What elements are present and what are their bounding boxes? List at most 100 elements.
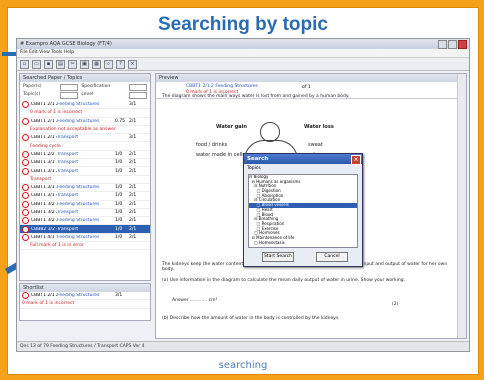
row-c2: Feeding Structures <box>57 234 100 240</box>
window-title: # Exampro AQA GCSE Biology (FT/4) <box>20 41 112 47</box>
diagram-head <box>260 122 280 142</box>
food-label: food / drinks <box>196 142 228 148</box>
row-note: Transport <box>30 176 52 182</box>
filter-spec-select[interactable] <box>129 84 147 91</box>
mark-allocation: (2) <box>392 302 399 307</box>
window-controls <box>438 40 467 49</box>
menu-bar[interactable]: File Edit View Tools Help <box>17 49 469 58</box>
filter-paper-select[interactable] <box>60 84 79 91</box>
question-icon <box>22 167 29 175</box>
question-part-a: (a) Use information in the diagram to ca… <box>162 278 406 283</box>
caption: searching <box>218 360 268 371</box>
question-note-row: Full mark of 1 is in error <box>20 242 150 251</box>
question-icon <box>22 101 29 109</box>
row-c2: Feeding Structures <box>57 185 100 191</box>
row-c4: 2/1 <box>129 234 137 240</box>
tree-node[interactable]: □ Homeostasis <box>249 240 357 246</box>
row-c4: 2/1 <box>129 185 137 191</box>
help-icon[interactable]: ? <box>116 59 125 69</box>
question-row[interactable]: CBBT1 3/1 2 Transport 1/0 2/1 <box>20 167 150 176</box>
status-bar: Qns 13 of 79 Feeding Structures / Transp… <box>17 341 469 351</box>
row-c2: Transport <box>57 160 79 166</box>
new-icon[interactable]: ▫ <box>20 59 29 69</box>
sweat-label: sweat <box>308 142 323 148</box>
paste-icon[interactable]: ▦ <box>92 59 101 69</box>
row-c3: 1/0 <box>115 210 123 215</box>
question-ref: CBBT1 2/1 2 Feeding Structures <box>186 84 258 89</box>
copy-icon[interactable]: ▣ <box>80 59 89 69</box>
question-row[interactable]: CBBT1 3/2 2 Transport 1/0 2/1 <box>20 209 150 218</box>
question-row[interactable]: CBBT1 3/1 3 Feeding Structures 1/0 2/1 <box>20 184 150 193</box>
row-c3: 1/0 <box>115 185 123 191</box>
row-c3: 1/0 <box>115 151 123 157</box>
row-c1: CBBT1 3/2 2 <box>31 210 57 215</box>
row-c1: CBBT1 2/1 4 <box>31 135 57 141</box>
topic-tree[interactable]: ⊟ Biology ⊟ Humans as organisms ⊟ Nutrit… <box>248 174 358 248</box>
row-c2: Feeding Structures <box>57 218 100 224</box>
question-intro: The diagram shows the main ways water is… <box>162 94 350 99</box>
save-icon[interactable]: ▪ <box>44 59 53 69</box>
minimize-button[interactable] <box>438 40 447 49</box>
open-icon[interactable]: ▭ <box>32 59 41 69</box>
filter-topic-select[interactable] <box>60 92 79 99</box>
exit-icon[interactable]: × <box>128 59 137 69</box>
question-icon <box>22 225 29 233</box>
row-c3: 0.75 <box>115 118 126 124</box>
row-c2: Feeding Structures <box>57 201 100 207</box>
print-icon[interactable]: ▤ <box>56 59 65 69</box>
maximize-button[interactable] <box>448 40 457 49</box>
row-c3: 1/0 <box>115 168 123 174</box>
toolbar: ▫ ▭ ▪ ▤ ✂ ▣ ▦ ⌕ ? × <box>17 58 469 71</box>
row-c3: 1/0 <box>115 193 123 199</box>
question-row[interactable]: CBBT1 2/1 4 Transport 3/1 <box>20 134 150 143</box>
row-c4: 3/1 <box>129 135 137 141</box>
question-icon <box>22 159 29 167</box>
cut-icon[interactable]: ✂ <box>68 59 77 69</box>
filter-level-select[interactable] <box>129 92 147 99</box>
row-c1: CBBT1 2/1 3 <box>31 118 57 124</box>
slide-frame: Searching by topic # Exampro AQA GCSE Bi… <box>2 7 479 375</box>
question-row[interactable]: CBBT1 2/1 3 Feeding Structures 0.75 2/1 <box>20 117 150 126</box>
preview-title: Preview <box>156 74 466 82</box>
row-c2: Transport <box>57 210 79 215</box>
question-row[interactable]: CBBT1 3/2 1 Feeding Structures 1/0 2/1 <box>20 200 150 209</box>
row-c1: CBBT1 3/1 2 <box>31 168 57 174</box>
question-row[interactable]: CBBT1 3/1 4 Transport 1/0 2/1 <box>20 192 150 201</box>
question-list-title: Searched Paper / Topics <box>20 74 150 82</box>
shortlist-note-row: 0 mark of 1 is incorrect <box>20 300 150 309</box>
preview-scrollbar[interactable] <box>457 74 466 338</box>
shortlist-row[interactable]: CBBT1 2/1 2 Feeding Structures 3/1 <box>20 292 150 301</box>
row-note: Feeding cycle <box>30 143 61 149</box>
row-c1: CBBT1 3/2 1 <box>31 201 57 207</box>
question-row[interactable]: CBBT1 3/1 1 Transport 1/0 2/1 <box>20 159 150 168</box>
question-row[interactable]: CBBT1 4/1 1 Feeding Structures 1/0 2/1 <box>20 233 150 243</box>
page-label: of 1 <box>302 85 311 90</box>
cancel-button[interactable]: Cancel <box>316 252 348 262</box>
search-dialog: Search × Topics ⊟ Biology ⊟ Humans as or… <box>243 153 363 267</box>
title-bar: # Exampro AQA GCSE Biology (FT/4) <box>17 39 469 49</box>
water-gain-label: Water gain <box>216 124 247 130</box>
question-list-panel: Searched Paper / Topics Paper(s) Specifi… <box>19 73 151 281</box>
question-row[interactable]: CBBT1 2/2 1 Transport 1/0 2/1 <box>20 150 150 160</box>
start-search-button[interactable]: Start Search <box>262 252 294 262</box>
question-icon <box>22 134 29 142</box>
close-button[interactable] <box>458 40 467 49</box>
topics-label: Topics <box>247 166 261 171</box>
row-c4: 3/1 <box>129 102 137 108</box>
filter-paper-label: Paper(s) <box>23 84 42 89</box>
row-c2: Transport <box>57 193 79 199</box>
question-icon <box>22 200 29 208</box>
question-note-row: Transport <box>20 176 150 184</box>
headline: Searching by topic <box>158 14 328 35</box>
row-c2: Transport <box>57 151 79 157</box>
search-icon[interactable]: ⌕ <box>104 59 113 69</box>
row-c1: CBBB2 3/2 4 <box>31 226 57 232</box>
question-row[interactable]: CBBT1 3/2 3 Feeding Structures 1/0 2/1 <box>20 217 150 226</box>
row-c1: CBBT1 3/1 3 <box>31 185 57 191</box>
question-row[interactable]: CBBB2 3/2 4 Transport 1/0 2/1 <box>20 225 150 234</box>
question-row[interactable]: CBBT1 2/1 2 Feeding Structures 3/1 <box>20 101 150 110</box>
row-note: 0 mark of 1 is incorrect <box>22 301 75 307</box>
row-c2: Feeding Structures <box>57 118 100 124</box>
filter-controls: Paper(s) Specification Topic(s) Level <box>20 82 150 101</box>
dialog-close-icon[interactable]: × <box>351 155 361 165</box>
